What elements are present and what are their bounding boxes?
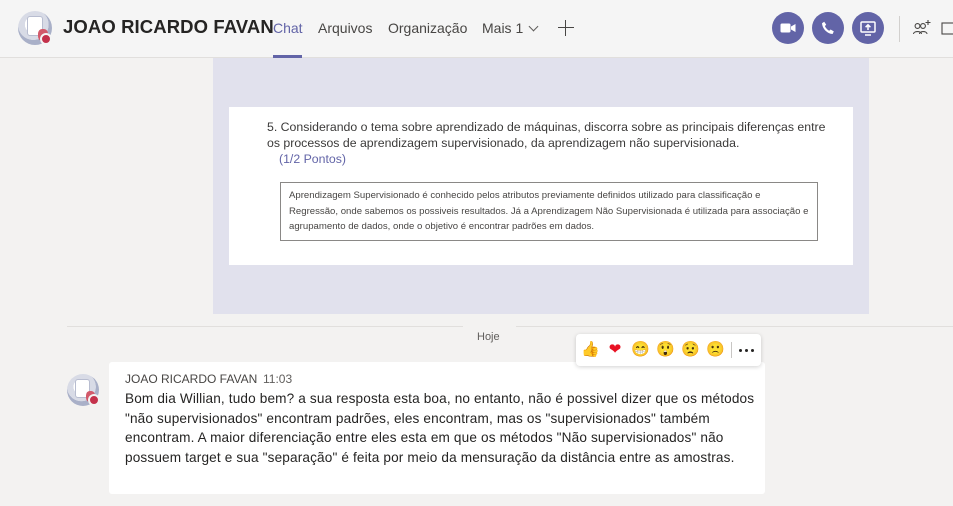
tab-files[interactable]: Arquivos	[318, 20, 372, 36]
question-text: 5. Considerando o tema sobre aprendizado…	[267, 120, 826, 150]
add-people-button[interactable]	[912, 18, 932, 38]
video-camera-icon	[780, 23, 796, 33]
contact-name: JOAO RICARDO FAVAN	[63, 16, 274, 37]
header-separator	[899, 16, 900, 42]
presence-busy-icon	[40, 33, 52, 45]
tab-more[interactable]: Mais 1	[482, 20, 539, 36]
date-divider-line	[516, 326, 953, 327]
pop-out-icon	[941, 22, 953, 35]
more-options-icon[interactable]	[737, 341, 757, 359]
tab-more-label: Mais 1	[482, 20, 524, 36]
date-divider-label: Hoje	[477, 331, 500, 343]
tab-chat[interactable]: Chat	[273, 20, 303, 36]
reaction-bar: 👍 ❤ 😁 😲 😟 🙁	[576, 334, 761, 366]
message-text: Bom dia Willian, tudo bem? a sua respost…	[125, 391, 755, 465]
answer-text: Aprendizagem Supervisionado é conhecido …	[280, 182, 818, 241]
laugh-reaction-icon[interactable]: 😁	[631, 341, 650, 359]
tab-organization[interactable]: Organização	[388, 20, 467, 36]
add-people-icon	[912, 20, 931, 35]
audio-call-button[interactable]	[812, 12, 844, 44]
share-screen-icon	[860, 20, 876, 36]
pop-out-button[interactable]	[941, 18, 953, 38]
share-screen-button[interactable]	[852, 12, 884, 44]
plus-icon[interactable]	[557, 19, 575, 37]
chevron-down-icon	[528, 21, 539, 32]
heart-reaction-icon[interactable]: ❤	[606, 341, 624, 359]
presence-busy-icon	[88, 394, 100, 406]
video-call-button[interactable]	[772, 12, 804, 44]
message-timestamp: 11:03	[263, 372, 293, 386]
question-points: (1/2 Pontos)	[279, 152, 346, 166]
surprised-reaction-icon[interactable]: 😲	[656, 341, 675, 359]
angry-reaction-icon[interactable]: 🙁	[706, 341, 725, 359]
sad-reaction-icon[interactable]: 😟	[681, 341, 700, 359]
message-sender: JOAO RICARDO FAVAN	[125, 372, 258, 386]
chat-header: JOAO RICARDO FAVAN Chat Arquivos Organiz…	[0, 0, 953, 58]
phone-icon	[822, 21, 834, 34]
date-divider-line	[67, 326, 463, 327]
reaction-separator	[731, 342, 732, 358]
like-reaction-icon[interactable]: 👍	[581, 341, 600, 359]
